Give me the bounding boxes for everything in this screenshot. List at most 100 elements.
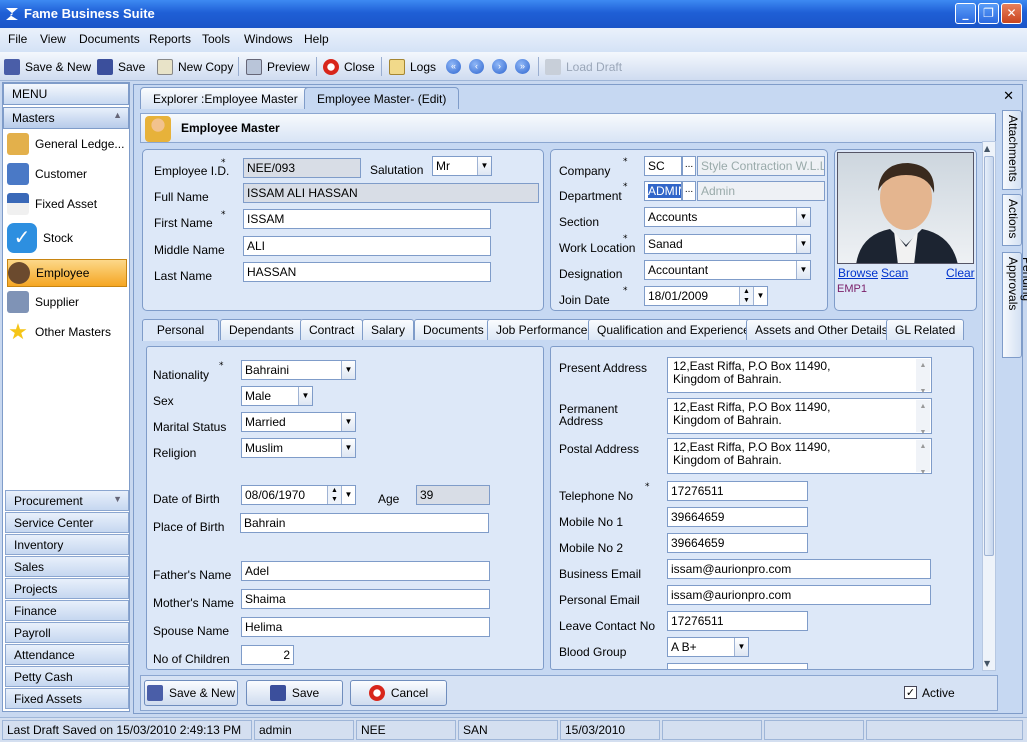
leave-contact-field[interactable]: 17276511 bbox=[667, 611, 808, 631]
menu-tools[interactable]: Tools bbox=[202, 32, 230, 46]
previous-record-icon[interactable]: ‹ bbox=[469, 59, 484, 74]
menu-file[interactable]: File bbox=[8, 32, 27, 46]
close-tab-icon[interactable]: ✕ bbox=[1003, 89, 1014, 104]
business-email-field[interactable]: issam@aurionpro.com bbox=[667, 559, 931, 579]
category-fixed-assets[interactable]: Fixed Assets bbox=[5, 688, 129, 709]
menu-documents[interactable]: Documents bbox=[79, 32, 140, 46]
sidebar-item-stock[interactable]: ✓ Stock bbox=[7, 221, 127, 255]
menu-view[interactable]: View bbox=[40, 32, 66, 46]
category-projects[interactable]: Projects bbox=[5, 578, 129, 599]
scroll-down-icon[interactable]: ▼ bbox=[984, 659, 990, 668]
menu-help[interactable]: Help bbox=[304, 32, 329, 46]
sidebar-item-employee[interactable]: Employee bbox=[7, 259, 127, 287]
mother-name-field[interactable]: Shaima bbox=[241, 589, 490, 609]
side-tab-attachments[interactable]: Attachments bbox=[1002, 110, 1022, 190]
new-copy-button[interactable]: New Copy bbox=[157, 57, 233, 77]
side-tab-actions[interactable]: Actions bbox=[1002, 194, 1022, 246]
close-window-icon[interactable]: ✕ bbox=[1001, 3, 1022, 24]
category-inventory[interactable]: Inventory bbox=[5, 534, 129, 555]
full-name-field[interactable]: ISSAM ALI HASSAN bbox=[243, 183, 539, 203]
save-bottom-button[interactable]: Save bbox=[246, 680, 343, 706]
sidebar-item-customer[interactable]: Customer bbox=[7, 161, 127, 187]
load-draft-button[interactable]: Load Draft bbox=[545, 57, 622, 77]
extra-field[interactable] bbox=[667, 663, 808, 669]
cancel-button[interactable]: Cancel bbox=[350, 680, 447, 706]
section-select[interactable]: Accounts ▼ bbox=[644, 207, 811, 227]
nationality-select[interactable]: Bahraini ▼ bbox=[241, 360, 356, 380]
next-record-icon[interactable]: › bbox=[492, 59, 507, 74]
company-code-field[interactable]: SC bbox=[644, 156, 682, 176]
scroll-thumb[interactable] bbox=[984, 156, 994, 556]
place-of-birth-field[interactable]: Bahrain bbox=[240, 513, 489, 533]
chevron-down-icon[interactable]: ▼ bbox=[796, 208, 810, 226]
chevron-down-icon[interactable]: ▼ bbox=[298, 387, 312, 405]
tab-job-performance[interactable]: Job Performance bbox=[487, 319, 597, 340]
form-scrollbar[interactable]: ▲ ▼ bbox=[982, 141, 996, 671]
personal-email-field[interactable]: issam@aurionpro.com bbox=[667, 585, 931, 605]
minimize-icon[interactable]: _ bbox=[955, 3, 976, 24]
children-field[interactable]: 2 bbox=[241, 645, 294, 665]
logs-button[interactable]: Logs bbox=[389, 57, 436, 77]
menu-reports[interactable]: Reports bbox=[149, 32, 191, 46]
salutation-select[interactable]: Mr ▼ bbox=[432, 156, 492, 176]
tab-gl-related[interactable]: GL Related bbox=[886, 319, 965, 340]
chevron-down-icon[interactable]: ▼ bbox=[734, 638, 748, 656]
religion-select[interactable]: Muslim ▼ bbox=[241, 438, 356, 458]
department-code-field[interactable]: ADMIN bbox=[644, 181, 682, 201]
menu-windows[interactable]: Windows bbox=[244, 32, 293, 46]
tab-assets-other[interactable]: Assets and Other Details bbox=[746, 319, 897, 340]
spin-icon[interactable]: ▲ ▼ bbox=[327, 486, 341, 504]
sidebar-item-fixed-asset[interactable]: Fixed Asset bbox=[7, 191, 127, 217]
tab-documents[interactable]: Documents bbox=[414, 319, 493, 340]
sidebar-item-other-masters[interactable]: ★ Other Masters bbox=[7, 319, 127, 345]
category-sales[interactable]: Sales bbox=[5, 556, 129, 577]
preview-button[interactable]: Preview bbox=[246, 57, 310, 77]
last-record-icon[interactable]: » bbox=[515, 59, 530, 74]
chevron-down-icon[interactable]: ▼ bbox=[477, 157, 491, 175]
sex-select[interactable]: Male ▼ bbox=[241, 386, 313, 406]
chevron-down-icon[interactable]: ▼ bbox=[341, 439, 355, 457]
browse-link[interactable]: Browse bbox=[838, 266, 878, 280]
blood-group-select[interactable]: A B+ ▼ bbox=[667, 637, 749, 657]
category-finance[interactable]: Finance bbox=[5, 600, 129, 621]
dob-field[interactable]: 08/06/1970 ▲ ▼ ▼ bbox=[241, 485, 356, 505]
join-date-field[interactable]: 18/01/2009 ▲ ▼ ▼ bbox=[644, 286, 768, 306]
scrollbar[interactable]: ▲ ▼ bbox=[916, 400, 930, 436]
side-tab-pending-approvals[interactable]: Pending Approvals bbox=[1002, 252, 1027, 358]
category-payroll[interactable]: Payroll bbox=[5, 622, 129, 643]
chevron-down-icon[interactable]: ▼ bbox=[341, 413, 355, 431]
collapse-up-icon[interactable]: ▲ bbox=[113, 110, 122, 120]
tab-employee-edit[interactable]: Employee Master- (Edit) bbox=[304, 87, 460, 109]
sidebar-item-supplier[interactable]: Supplier bbox=[7, 289, 127, 315]
masters-header[interactable]: Masters ▲ bbox=[3, 107, 129, 129]
mobile2-field[interactable]: 39664659 bbox=[667, 533, 808, 553]
last-name-field[interactable]: HASSAN bbox=[243, 262, 491, 282]
scroll-up-icon[interactable]: ▲ bbox=[984, 144, 990, 153]
tab-explorer[interactable]: Explorer :Employee Master bbox=[140, 87, 311, 109]
scrollbar[interactable]: ▲ ▼ bbox=[916, 440, 930, 476]
save-button[interactable]: Save bbox=[97, 57, 145, 77]
father-name-field[interactable]: Adel bbox=[241, 561, 490, 581]
first-record-icon[interactable]: « bbox=[446, 59, 461, 74]
close-button[interactable]: Close bbox=[323, 57, 375, 77]
category-attendance[interactable]: Attendance bbox=[5, 644, 129, 665]
tab-personal[interactable]: Personal bbox=[142, 319, 219, 341]
chevron-down-icon[interactable]: ▼ bbox=[341, 361, 355, 379]
sidebar-item-general-ledger[interactable]: General Ledge... bbox=[7, 131, 127, 157]
postal-address-field[interactable]: 12,East Riffa, P.O Box 11490, Kingdom of… bbox=[667, 438, 932, 476]
middle-name-field[interactable]: ALI bbox=[243, 236, 491, 256]
tab-dependants[interactable]: Dependants bbox=[220, 319, 303, 340]
designation-select[interactable]: Accountant ▼ bbox=[644, 260, 811, 280]
category-procurement[interactable]: Procurement ▼ bbox=[5, 490, 129, 511]
employee-id-field[interactable]: NEE/093 bbox=[243, 158, 361, 178]
scrollbar[interactable]: ▲ ▼ bbox=[916, 359, 930, 395]
save-new-button[interactable]: Save & New bbox=[4, 57, 91, 77]
category-petty-cash[interactable]: Petty Cash bbox=[5, 666, 129, 687]
collapse-down-icon[interactable]: ▼ bbox=[113, 494, 122, 504]
spin-icon[interactable]: ▲ ▼ bbox=[739, 287, 753, 305]
chevron-down-icon[interactable]: ▼ bbox=[796, 261, 810, 279]
clear-link[interactable]: Clear bbox=[946, 266, 975, 280]
category-service-center[interactable]: Service Center bbox=[5, 512, 129, 533]
spouse-name-field[interactable]: Helima bbox=[241, 617, 490, 637]
work-location-select[interactable]: Sanad ▼ bbox=[644, 234, 811, 254]
